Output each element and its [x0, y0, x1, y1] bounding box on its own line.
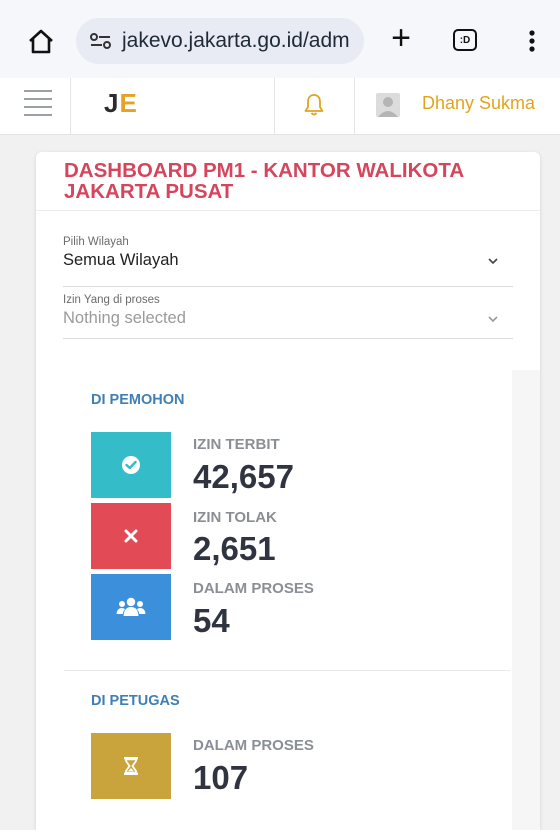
stat-value: 107	[193, 759, 249, 796]
field-underline	[63, 286, 513, 287]
hamburger-menu-icon[interactable]	[24, 90, 52, 118]
dashboard-panel: DASHBOARD PM1 - KANTOR WALIKOTA JAKARTA …	[36, 152, 540, 830]
region-select-label: Pilih Wilayah	[63, 236, 129, 248]
stat-value: 54	[193, 602, 230, 639]
section-title: DI PETUGAS	[91, 693, 180, 709]
app-header: JE Dhany Sukma	[0, 78, 560, 135]
section-title: DI PEMOHON	[91, 392, 185, 408]
stat-label: DALAM PROSES	[193, 737, 314, 754]
user-avatar-icon	[378, 97, 398, 117]
address-bar[interactable]: jakevo.jakarta.go.id/adm	[76, 18, 364, 64]
petugas-card: DI PETUGAS DALAM PROSES 107	[64, 670, 510, 830]
divider	[36, 210, 540, 211]
stat-label: IZIN TERBIT	[193, 436, 280, 453]
pemohon-card: DI PEMOHON IZIN TERBIT 42,657 IZIN TOLAK…	[64, 370, 510, 670]
stat-value: 42,657	[193, 458, 294, 495]
region-select-value[interactable]: Semua Wilayah	[63, 251, 513, 270]
hourglass-icon	[124, 757, 138, 775]
field-underline	[63, 338, 513, 339]
users-icon	[116, 597, 146, 616]
region-select[interactable]: Pilih Wilayah Semua Wilayah	[63, 236, 513, 287]
stat-label: DALAM PROSES	[193, 580, 314, 597]
site-settings-icon[interactable]	[88, 31, 114, 51]
x-icon	[124, 529, 138, 543]
chevron-down-icon[interactable]	[487, 256, 499, 266]
new-tab-icon[interactable]: +	[386, 21, 416, 55]
stat-label: IZIN TOLAK	[193, 509, 277, 526]
permit-process-select[interactable]: Izin Yang di proses Nothing selected	[63, 294, 513, 342]
home-icon[interactable]	[26, 26, 56, 56]
tab-switcher-button[interactable]: :D	[453, 29, 477, 51]
check-circle-icon	[122, 456, 140, 474]
stat-value: 2,651	[193, 530, 276, 567]
stat-icon-box	[91, 503, 171, 569]
stat-icon-box	[91, 574, 171, 640]
browser-toolbar: jakevo.jakarta.go.id/adm + :D	[0, 0, 560, 78]
url-text[interactable]: jakevo.jakarta.go.id/adm	[122, 29, 350, 53]
chevron-down-icon[interactable]	[487, 314, 499, 324]
more-menu-icon[interactable]	[522, 26, 542, 56]
stat-icon-box	[91, 432, 171, 498]
permit-process-value[interactable]: Nothing selected	[63, 309, 513, 328]
user-name[interactable]: Dhany Sukma	[422, 93, 535, 114]
permit-process-label: Izin Yang di proses	[63, 294, 160, 306]
header-divider	[274, 78, 275, 134]
header-divider	[70, 78, 71, 134]
panel-gutter	[512, 370, 540, 830]
app-logo[interactable]: JE	[104, 88, 138, 119]
tab-count: :D	[459, 34, 471, 46]
avatar[interactable]	[376, 93, 400, 117]
stat-icon-box	[91, 733, 171, 799]
bell-icon[interactable]	[302, 92, 326, 118]
header-divider	[354, 78, 355, 134]
page-title: DASHBOARD PM1 - KANTOR WALIKOTA JAKARTA …	[64, 159, 464, 203]
